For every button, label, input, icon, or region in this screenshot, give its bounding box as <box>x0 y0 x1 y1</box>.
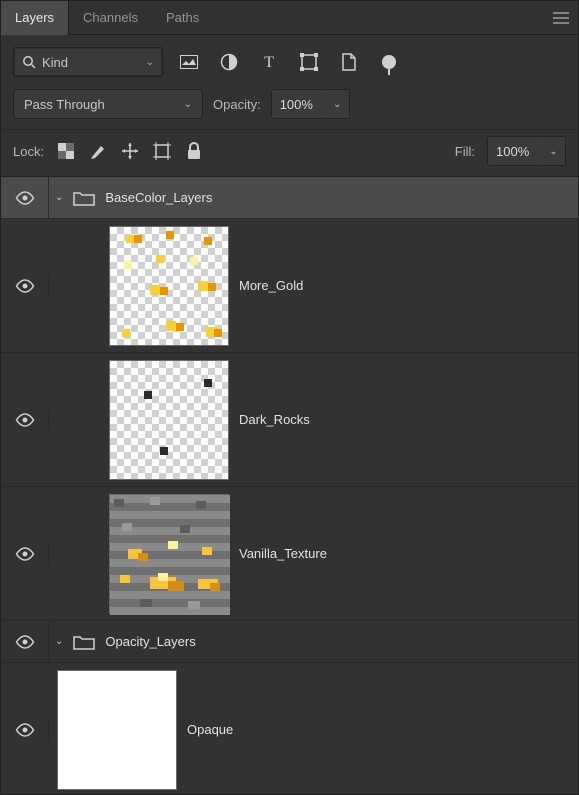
blend-opacity-bar: Pass Through ⌄ Opacity: 100% ⌄ <box>1 89 578 129</box>
layer-thumbnail <box>109 494 229 614</box>
layer-name: Opaque <box>187 722 233 737</box>
visibility-toggle[interactable] <box>15 188 35 208</box>
layer-group-basecolor[interactable]: ⌄ BaseColor_Layers <box>1 177 578 219</box>
layer-name: Dark_Rocks <box>239 412 310 427</box>
folder-icon <box>73 634 95 650</box>
disclosure-triangle-icon[interactable]: ⌄ <box>55 192 63 203</box>
svg-text:T: T <box>264 54 274 70</box>
filter-pixel-icon[interactable] <box>179 52 199 72</box>
layer-name: More_Gold <box>239 278 303 293</box>
chevron-down-icon: ⌄ <box>184 99 192 110</box>
blend-mode-select[interactable]: Pass Through ⌄ <box>13 89 203 119</box>
panel-tabs: Layers Channels Paths <box>1 1 578 35</box>
opacity-value: 100% <box>280 97 313 112</box>
panel-menu-icon[interactable] <box>544 1 578 35</box>
visibility-toggle[interactable] <box>15 276 35 296</box>
lock-artboard-icon[interactable] <box>152 141 172 161</box>
opacity-input[interactable]: 100% <box>271 89 327 119</box>
filter-toggle-icon[interactable] <box>379 52 399 72</box>
blend-mode-value: Pass Through <box>24 97 105 112</box>
opacity-label: Opacity: <box>213 97 261 112</box>
filter-kind-label: Kind <box>42 55 68 70</box>
lock-all-icon[interactable] <box>184 141 204 161</box>
layer-thumbnail <box>109 226 229 346</box>
layer-filter-bar: Kind ⌄ T <box>1 35 578 89</box>
fill-label: Fill: <box>455 144 475 159</box>
lock-transparency-icon[interactable] <box>56 141 76 161</box>
chevron-down-icon: ⌄ <box>146 57 154 68</box>
lock-pixels-icon[interactable] <box>88 141 108 161</box>
tab-paths[interactable]: Paths <box>152 1 213 35</box>
fill-input[interactable]: 100% <box>487 136 543 166</box>
visibility-toggle[interactable] <box>15 544 35 564</box>
lock-position-icon[interactable] <box>120 141 140 161</box>
filter-smartobject-icon[interactable] <box>339 52 359 72</box>
fill-value: 100% <box>496 144 529 159</box>
visibility-toggle[interactable] <box>15 720 35 740</box>
tab-channels[interactable]: Channels <box>69 1 152 35</box>
layer-list: ⌄ BaseColor_Layers <box>1 177 578 794</box>
layer-row-more-gold[interactable]: More_Gold <box>1 219 578 353</box>
search-icon <box>22 55 36 69</box>
filter-kind-select[interactable]: Kind ⌄ <box>13 47 163 77</box>
group-name: BaseColor_Layers <box>105 190 212 205</box>
visibility-toggle[interactable] <box>15 410 35 430</box>
layer-thumbnail <box>57 670 177 790</box>
opacity-dropdown-arrow[interactable]: ⌄ <box>326 89 350 119</box>
tab-layers[interactable]: Layers <box>1 1 69 35</box>
folder-icon <box>73 190 95 206</box>
filter-type-icon[interactable]: T <box>259 52 279 72</box>
layer-name: Vanilla_Texture <box>239 546 327 561</box>
lock-fill-bar: Lock: Fill: 100% ⌄ <box>1 129 578 177</box>
layer-row-dark-rocks[interactable]: Dark_Rocks <box>1 353 578 487</box>
layer-group-opacity[interactable]: ⌄ Opacity_Layers <box>1 621 578 663</box>
visibility-toggle[interactable] <box>15 632 35 652</box>
layer-row-opaque[interactable]: Opaque <box>1 663 578 794</box>
filter-adjustment-icon[interactable] <box>219 52 239 72</box>
disclosure-triangle-icon[interactable]: ⌄ <box>55 636 63 647</box>
lock-label: Lock: <box>13 144 44 159</box>
fill-dropdown-arrow[interactable]: ⌄ <box>542 136 566 166</box>
group-name: Opacity_Layers <box>105 634 195 649</box>
layer-row-vanilla-texture[interactable]: Vanilla_Texture <box>1 487 578 621</box>
filter-shape-icon[interactable] <box>299 52 319 72</box>
layer-thumbnail <box>109 360 229 480</box>
